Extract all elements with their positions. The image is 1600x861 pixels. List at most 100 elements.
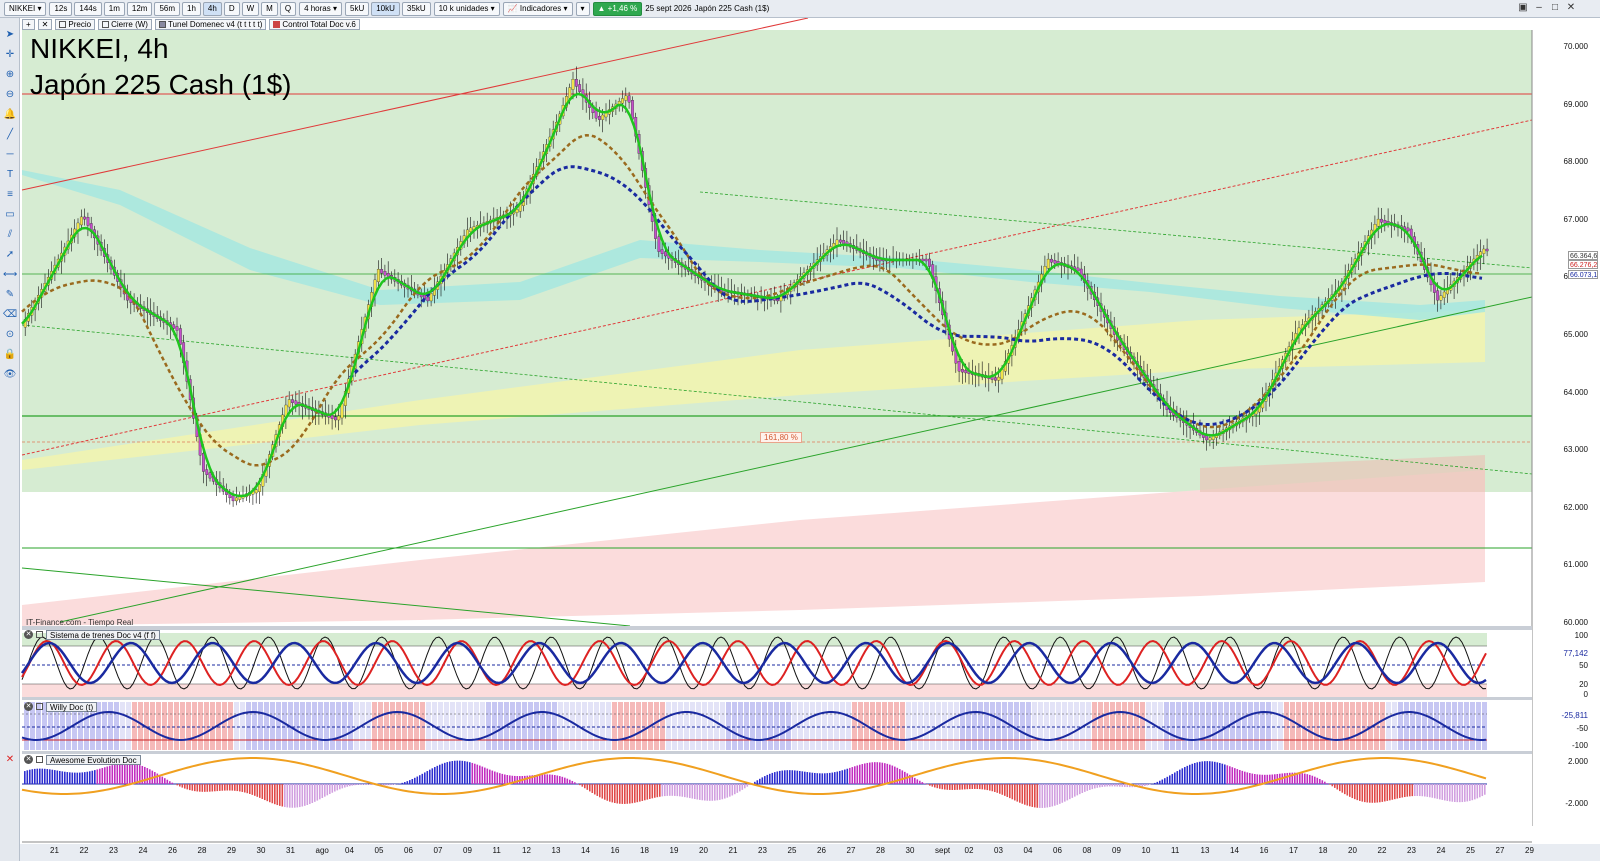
fibonacci-icon[interactable]: ≡	[3, 188, 17, 202]
timeframe-q[interactable]: Q	[279, 1, 297, 16]
awesome-bar	[201, 784, 204, 792]
timeframe-144s[interactable]: 144s	[74, 1, 102, 16]
magnet-icon[interactable]: ⊙	[3, 328, 17, 342]
candle	[997, 376, 1001, 381]
units-select[interactable]: 10 k unidades ▾	[433, 1, 500, 16]
awesome-bar	[729, 784, 731, 797]
chart-canvas[interactable]	[0, 0, 1600, 861]
willy-bar	[1410, 702, 1415, 750]
awesome-bar	[51, 769, 54, 784]
timeframe-12s[interactable]: 12s	[49, 1, 73, 16]
y-axis-label: 65.000	[1563, 330, 1588, 339]
timeframe-m[interactable]: M	[261, 1, 278, 16]
awesome-bar	[426, 771, 429, 784]
pane-trenes-label[interactable]: ✕ Sistema de trenes Doc v4 (f f)	[24, 629, 160, 640]
zoom-out-icon[interactable]: ⊖	[3, 88, 17, 102]
zoom-in-icon[interactable]: ⊕	[3, 68, 17, 82]
close-icon[interactable]: ✕	[1565, 2, 1577, 14]
arrow-icon[interactable]: ➚	[3, 248, 17, 262]
willy-bar	[828, 702, 833, 750]
candle	[83, 216, 87, 220]
close-icon[interactable]: ✕	[24, 702, 33, 711]
timeframe-1m[interactable]: 1m	[103, 1, 125, 16]
candle	[624, 95, 628, 101]
willy-bar	[1290, 702, 1295, 750]
legend-tunel[interactable]: Tunel Domenec v4 (t t t t t)	[154, 18, 267, 30]
awesome-bar	[609, 784, 611, 802]
awesome-bar	[1141, 784, 1144, 787]
legend-remove-button[interactable]: ✕	[37, 18, 53, 30]
candle	[337, 415, 341, 421]
awesome-bar	[1324, 781, 1326, 784]
awesome-bar	[769, 773, 771, 784]
trend-line-icon[interactable]: ╱	[3, 128, 17, 142]
timeframe-1h[interactable]: 1h	[182, 1, 201, 16]
volume-5ku[interactable]: 5kU	[345, 1, 370, 16]
expand-button[interactable]: ▾	[575, 1, 590, 16]
timeframe-56m[interactable]: 56m	[154, 1, 180, 16]
legend-control-total[interactable]: Control Total Doc v.6	[269, 18, 360, 30]
crosshair-icon[interactable]: ✛	[3, 48, 17, 62]
measure-icon[interactable]: ⟷	[3, 268, 17, 282]
awesome-bar	[429, 769, 431, 784]
awesome-bar	[1409, 784, 1411, 797]
timeframe-d[interactable]: D	[223, 1, 240, 16]
awesome-bar	[1299, 772, 1301, 784]
delete-icon[interactable]: ✕	[3, 753, 17, 767]
willy-bar	[894, 702, 899, 750]
awesome-bar	[1306, 774, 1309, 784]
awesome-bar	[104, 767, 106, 784]
minimize-icon[interactable]: –	[1533, 2, 1545, 14]
volume-35ku[interactable]: 35kU	[401, 1, 431, 16]
awesome-bar	[76, 772, 79, 784]
awesome-bar	[926, 784, 929, 785]
lock-icon[interactable]: 🔒	[3, 348, 17, 362]
awesome-bar	[861, 764, 864, 784]
willy-bar	[270, 702, 275, 750]
awesome-bar	[91, 770, 94, 784]
close-icon[interactable]: ✕	[24, 755, 33, 764]
awesome-bar	[1076, 784, 1079, 796]
awesome-bar	[796, 770, 799, 784]
pencil-icon[interactable]: ✎	[3, 288, 17, 302]
window-icon[interactable]: ▣	[1517, 2, 1529, 14]
willy-bar	[354, 702, 359, 750]
pane-awesome-label[interactable]: ✕ Awesome Evolution Doc	[24, 754, 141, 765]
volume-10ku[interactable]: 10kU	[371, 1, 400, 16]
awesome-bar	[424, 772, 426, 784]
symbol-select[interactable]: NIKKEI ▾	[4, 1, 47, 16]
awesome-bar	[1044, 784, 1046, 808]
fibonacci-label[interactable]: 161,80 %	[760, 432, 802, 443]
willy-bar	[1044, 702, 1049, 750]
timeframe-w[interactable]: W	[241, 1, 260, 16]
channel-icon[interactable]: ⫽	[3, 228, 17, 242]
candle	[175, 326, 179, 331]
timeframe-12m[interactable]: 12m	[126, 1, 153, 16]
awesome-bar	[1431, 784, 1434, 798]
maximize-icon[interactable]: □	[1549, 2, 1561, 14]
eye-icon[interactable]: 👁	[3, 368, 17, 382]
cursor-icon[interactable]: ➤	[3, 28, 17, 42]
timeframe-4h[interactable]: 4h	[202, 1, 222, 16]
willy-bar	[1308, 702, 1313, 750]
legend-plus-button[interactable]: +	[22, 18, 35, 30]
awesome-bar	[974, 784, 976, 789]
text-icon[interactable]: T	[3, 168, 17, 182]
awesome-bar	[1086, 784, 1089, 791]
awesome-bar	[346, 784, 349, 787]
awesome-bar	[936, 784, 939, 789]
awesome-bar	[979, 784, 981, 790]
legend-close-w[interactable]: Cierre (W)	[98, 18, 152, 30]
awesome-bar	[306, 784, 309, 805]
close-icon[interactable]: ✕	[24, 630, 33, 639]
awesome-bar	[369, 784, 371, 785]
awesome-bar	[1146, 784, 1149, 786]
eraser-icon[interactable]: ⌫	[3, 308, 17, 322]
pane-willy-label[interactable]: ✕ Willy Doc (t)	[24, 701, 98, 712]
horizontal-line-icon[interactable]: ─	[3, 148, 17, 162]
period-select[interactable]: 4 horas ▾	[299, 1, 342, 16]
indicators-button[interactable]: 📈 Indicadores ▾	[502, 1, 573, 16]
rectangle-icon[interactable]: ▭	[3, 208, 17, 222]
legend-price[interactable]: Precio	[55, 18, 96, 30]
alert-icon[interactable]: 🔔	[3, 108, 17, 122]
